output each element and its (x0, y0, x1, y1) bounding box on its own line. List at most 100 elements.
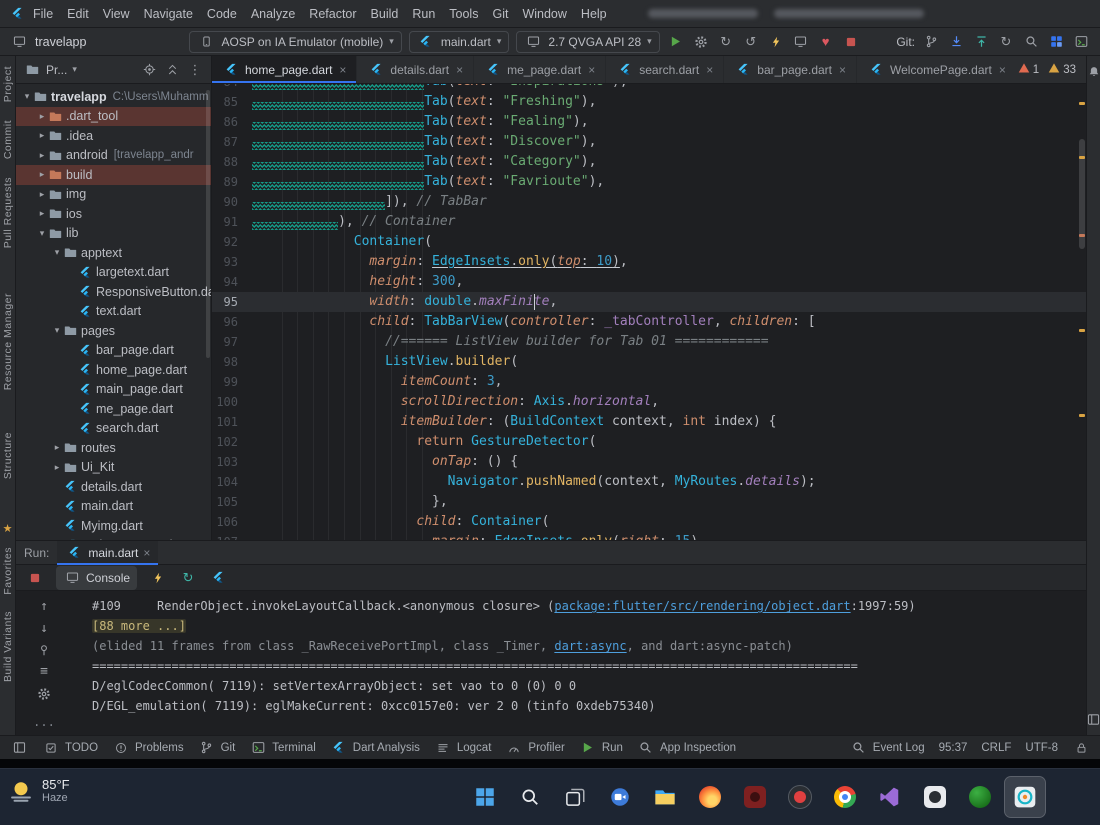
project-view-selector[interactable]: Pr... (46, 63, 67, 77)
code-line-99[interactable]: 99 itemCount: 3, (212, 372, 1086, 392)
code-line-101[interactable]: 101 itemBuilder: (BuildContext context, … (212, 412, 1086, 432)
refresh-icon[interactable]: ↻ (997, 32, 1015, 52)
tree-item-me_page.dart[interactable]: me_page.dart (16, 399, 211, 419)
tree-item-lib[interactable]: ▾lib (16, 224, 211, 244)
hot-reload-button[interactable] (767, 32, 785, 52)
task-view-icon[interactable] (555, 777, 595, 817)
line-number[interactable]: 104 (212, 472, 252, 492)
line-number[interactable]: 87 (212, 132, 252, 152)
line-number[interactable]: 98 (212, 352, 252, 372)
git-push-icon[interactable] (972, 32, 990, 52)
tree-item-Myimg.dart[interactable]: Myimg.dart (16, 516, 211, 536)
code-line-100[interactable]: 100 scrollDirection: Axis.horizontal, (212, 392, 1086, 412)
menu-item-run[interactable]: Run (405, 5, 442, 23)
chrome-icon[interactable] (825, 777, 865, 817)
flutter-inspector-icon[interactable] (209, 568, 227, 588)
editor-tab-WelcomePage.dart[interactable]: WelcomePage.dart× (857, 56, 1008, 83)
tree-item-search.dart[interactable]: search.dart (16, 419, 211, 439)
search-everywhere-icon[interactable] (1022, 32, 1040, 52)
line-number[interactable]: 97 (212, 332, 252, 352)
code-line-89[interactable]: 89 Tab(text: "Favrioute"), (212, 172, 1086, 192)
tool-strip-commit[interactable]: Commit (2, 120, 14, 159)
console-link[interactable]: package:flutter/src/rendering/object.dar… (554, 599, 850, 613)
line-number[interactable]: 103 (212, 452, 252, 472)
caret-position[interactable]: 95:37 (939, 742, 968, 754)
firefox-icon[interactable] (690, 777, 730, 817)
tree-item-build[interactable]: ▸build (16, 165, 211, 185)
close-tab-icon[interactable]: × (999, 63, 1006, 77)
screen-record-icon[interactable] (780, 777, 820, 817)
statusbar-terminal[interactable]: Terminal (249, 738, 315, 758)
tool-strip-structure[interactable]: Structure (2, 432, 14, 479)
editor-tab-details.dart[interactable]: details.dart× (357, 56, 474, 83)
hot-restart-button[interactable] (792, 32, 810, 52)
scroll-down-icon[interactable]: ↓ (35, 621, 53, 636)
hot-reload-console-icon[interactable] (149, 568, 167, 588)
stop-console-button[interactable] (26, 568, 44, 588)
close-tab-icon[interactable]: × (339, 63, 346, 77)
code-line-90[interactable]: 90 ]), // TabBar (212, 192, 1086, 212)
menu-item-analyze[interactable]: Analyze (244, 5, 302, 23)
tree-item-pages[interactable]: ▾pages (16, 321, 211, 341)
statusbar-run[interactable]: Run (579, 738, 623, 758)
line-number[interactable]: 92 (212, 232, 252, 252)
code-line-105[interactable]: 105 }, (212, 492, 1086, 512)
code-line-84[interactable]: 84 Tab(text: "Inspirations"), (212, 84, 1086, 92)
line-number[interactable]: 101 (212, 412, 252, 432)
scroll-up-icon[interactable]: ↑ (35, 599, 53, 614)
console-link[interactable]: dart:async (554, 639, 626, 653)
tree-scrollbar[interactable] (206, 90, 210, 358)
settings-gear-icon[interactable] (692, 32, 710, 52)
tree-item-ios[interactable]: ▸ios (16, 204, 211, 224)
menu-item-navigate[interactable]: Navigate (137, 5, 200, 23)
menu-item-help[interactable]: Help (574, 5, 614, 23)
git-update-icon[interactable] (947, 32, 965, 52)
notifications-icon[interactable] (1085, 62, 1100, 82)
close-tab-icon[interactable]: × (706, 63, 713, 77)
tool-strip-favorites[interactable]: Favorites (2, 547, 14, 595)
line-number[interactable]: 106 (212, 512, 252, 532)
line-number[interactable]: 102 (212, 432, 252, 452)
line-number[interactable]: 84 (212, 84, 252, 92)
favorite-icon[interactable]: ♥ (817, 32, 835, 52)
line-number[interactable]: 91 (212, 212, 252, 232)
tree-item-text.dart[interactable]: text.dart (16, 302, 211, 322)
menu-item-build[interactable]: Build (364, 5, 406, 23)
start-icon[interactable] (465, 777, 505, 817)
menu-item-code[interactable]: Code (200, 5, 244, 23)
camera-app-icon[interactable] (915, 777, 955, 817)
line-number[interactable]: 96 (212, 312, 252, 332)
line-number[interactable]: 85 (212, 92, 252, 112)
editor-tab-search.dart[interactable]: search.dart× (606, 56, 724, 83)
editor-tab-me_page.dart[interactable]: me_page.dart× (474, 56, 606, 83)
console-output[interactable]: #109 RenderObject.invokeLayoutCallback.<… (72, 591, 1086, 735)
media-player-icon[interactable] (735, 777, 775, 817)
menu-item-refactor[interactable]: Refactor (302, 5, 363, 23)
code-line-94[interactable]: 94 height: 300, (212, 272, 1086, 292)
tree-item-largetext.dart[interactable]: largetext.dart (16, 263, 211, 283)
hot-restart-console-icon[interactable]: ↻ (179, 568, 197, 588)
error-badge[interactable]: 1 (1018, 62, 1039, 77)
code-line-86[interactable]: 86 Tab(text: "Fealing"), (212, 112, 1086, 132)
line-number[interactable]: 90 (212, 192, 252, 212)
line-number[interactable]: 89 (212, 172, 252, 192)
tree-item-travelapp[interactable]: ▾travelappC:\Users\Muhamm (16, 87, 211, 107)
toolwindow-toggle-icon[interactable] (10, 738, 28, 758)
device-selector[interactable]: AOSP on IA Emulator (mobile)▾ (189, 31, 401, 53)
line-number[interactable]: 86 (212, 112, 252, 132)
tool-strip-project[interactable]: Project (2, 66, 14, 102)
menu-item-edit[interactable]: Edit (60, 5, 96, 23)
soft-wrap-icon[interactable]: ≡ (35, 664, 53, 679)
code-line-107[interactable]: 107 margin: EdgeInsets.only(right: 15), (212, 532, 1086, 540)
code-line-104[interactable]: 104 Navigator.pushNamed(context, MyRoute… (212, 472, 1086, 492)
favorites-star-icon[interactable]: ★ (0, 519, 17, 539)
console-settings-icon[interactable] (35, 686, 53, 701)
editor-tab-bar_page.dart[interactable]: bar_page.dart× (724, 56, 857, 83)
code-line-103[interactable]: 103 onTap: () { (212, 452, 1086, 472)
tree-item-main.dart[interactable]: main.dart (16, 497, 211, 517)
tree-item-ResponsiveButton.dart[interactable]: ResponsiveButton.dart (16, 282, 211, 302)
weather-widget[interactable]: 85°F Haze (8, 777, 70, 804)
pin-console-icon[interactable] (35, 643, 53, 658)
chat-icon[interactable] (600, 777, 640, 817)
line-number[interactable]: 107 (212, 532, 252, 540)
